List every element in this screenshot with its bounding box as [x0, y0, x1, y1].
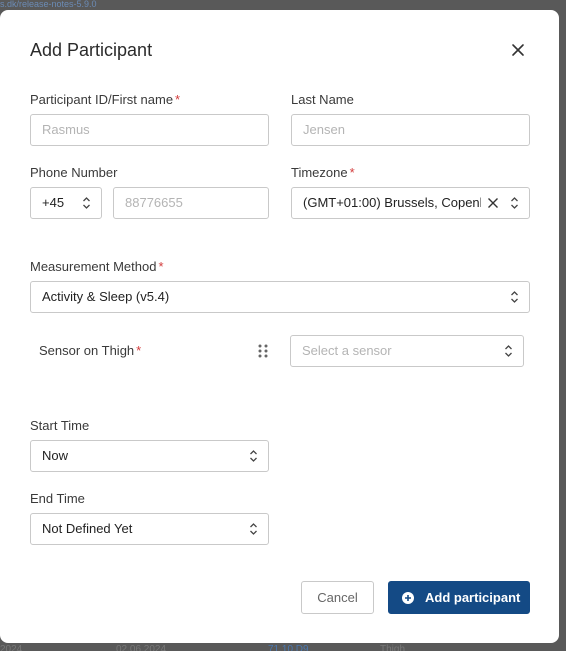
- end-time-select[interactable]: Not Defined Yet: [30, 513, 269, 545]
- sensor-thigh-label: Sensor on Thigh *: [39, 343, 142, 358]
- last-name-input[interactable]: Jensen: [291, 114, 530, 146]
- background-cell: 2024: [0, 644, 23, 651]
- sensor-placeholder: Select a sensor: [302, 343, 392, 358]
- last-name-label: Last Name: [291, 92, 354, 107]
- background-link: s.dk/release-notes-5.9.0: [0, 0, 97, 9]
- start-time-label: Start Time: [30, 418, 90, 433]
- phone-label: Phone Number: [30, 165, 118, 180]
- start-time-select[interactable]: Now: [30, 440, 269, 472]
- chevron-updown-icon: [83, 197, 90, 209]
- background-table-row: 2024 02.06.2024 71.10.D9 Thigh: [0, 643, 566, 651]
- chevron-updown-icon: [511, 197, 518, 209]
- drag-handle-icon[interactable]: [258, 344, 268, 358]
- end-time-value: Not Defined Yet: [42, 521, 133, 536]
- add-participant-dialog: Add Participant Participant ID/First nam…: [0, 10, 559, 643]
- timezone-value: (GMT+01:00) Brussels, Copenhagen: [303, 195, 481, 210]
- measurement-method-select[interactable]: Activity & Sleep (v5.4): [30, 281, 530, 313]
- phone-input[interactable]: 88776655: [113, 187, 269, 219]
- required-mark: *: [175, 92, 181, 107]
- plus-circle-icon: [402, 592, 414, 604]
- background-cell: 02.06.2024: [116, 644, 167, 651]
- required-mark: *: [136, 343, 142, 358]
- measurement-method-label: Measurement Method *: [30, 259, 164, 274]
- add-participant-button[interactable]: Add participant: [388, 581, 530, 614]
- chevron-updown-icon: [250, 450, 257, 462]
- cancel-button[interactable]: Cancel: [301, 581, 374, 614]
- dialog-title: Add Participant: [30, 40, 153, 60]
- background-cell: 71.10.D9: [268, 644, 309, 651]
- close-icon[interactable]: [508, 40, 528, 60]
- timezone-label: Timezone *: [291, 165, 355, 180]
- background-cell: Thigh: [380, 644, 406, 651]
- sensor-select[interactable]: Select a sensor: [290, 335, 524, 367]
- required-mark: *: [349, 165, 355, 180]
- first-name-input[interactable]: Rasmus: [30, 114, 269, 146]
- chevron-updown-icon: [505, 345, 512, 357]
- country-code-select[interactable]: +45: [30, 187, 102, 219]
- timezone-select[interactable]: (GMT+01:00) Brussels, Copenhagen: [291, 187, 530, 219]
- clear-icon[interactable]: [487, 197, 499, 209]
- start-time-value: Now: [42, 448, 69, 463]
- end-time-label: End Time: [30, 491, 85, 506]
- required-mark: *: [158, 259, 164, 274]
- add-participant-label: Add participant: [425, 590, 521, 605]
- measurement-method-value: Activity & Sleep (v5.4): [42, 289, 170, 304]
- first-name-label: Participant ID/First name *: [30, 92, 181, 107]
- chevron-updown-icon: [511, 291, 518, 303]
- chevron-updown-icon: [250, 523, 257, 535]
